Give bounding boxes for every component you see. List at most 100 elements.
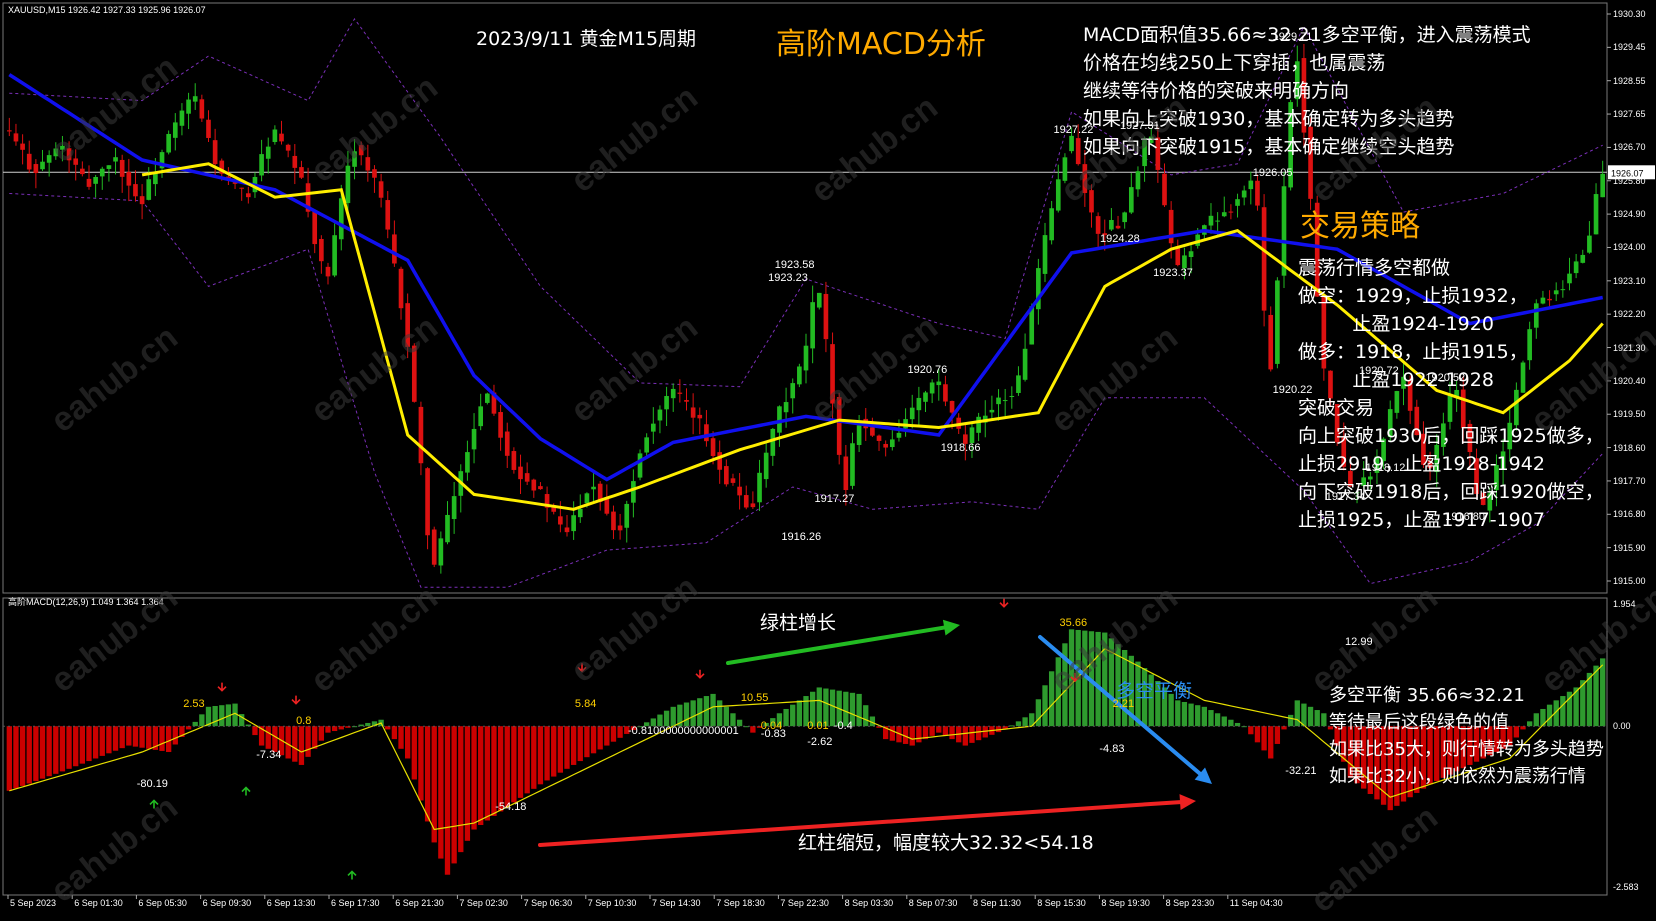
candle-body — [909, 407, 915, 420]
candle-body — [1168, 209, 1174, 244]
histogram-bar — [1261, 726, 1267, 751]
candle-body — [13, 133, 19, 142]
macd-value-label: -32.21 — [1285, 765, 1317, 778]
time-tick-label: 7 Sep 10:30 — [587, 898, 637, 908]
candle-body — [1042, 235, 1048, 274]
candle-body — [485, 393, 490, 403]
candle-body — [206, 119, 211, 138]
indicator-tick-label: 0.00 — [1613, 721, 1631, 732]
histogram-bar — [219, 705, 225, 727]
histogram-bar — [1254, 726, 1261, 743]
candle-body — [86, 178, 92, 187]
histogram-bar — [331, 726, 338, 732]
macd-value-label: -0.4 — [833, 720, 853, 733]
candle-body — [332, 235, 337, 276]
price-point-label: 1916.80 — [1445, 510, 1486, 523]
candle-body — [146, 179, 152, 200]
histogram-bar — [46, 726, 52, 777]
time-tick-label: 7 Sep 06:30 — [523, 898, 573, 908]
candle-body — [929, 382, 935, 394]
histogram-bar — [710, 693, 716, 727]
histogram-bar — [159, 726, 165, 751]
price-tick-label: 1926.70 — [1613, 142, 1646, 153]
candle-body — [212, 140, 218, 165]
down-marker — [999, 598, 1009, 608]
down-marker — [291, 695, 301, 705]
price-point-label: 1927.31 — [1119, 120, 1160, 133]
price-point-label: 1920.52 — [1425, 372, 1466, 385]
candle-body — [684, 400, 689, 402]
candle-body — [657, 409, 663, 421]
candle-body — [1261, 207, 1267, 311]
histogram-bar — [949, 726, 955, 740]
candle-body — [119, 159, 125, 177]
candle-body — [558, 516, 563, 525]
candle-body — [1115, 225, 1121, 229]
candle-body — [1002, 400, 1008, 402]
histogram-bar — [166, 726, 172, 753]
candle-body — [916, 397, 922, 411]
histogram-bar — [1201, 706, 1207, 727]
candle-body — [518, 466, 523, 480]
strategy-line: 止盈1924-1920 — [1298, 313, 1494, 335]
candle-body — [325, 266, 331, 277]
price-tick-label: 1921.30 — [1613, 342, 1646, 353]
histogram-bar — [484, 726, 490, 821]
time-tick-label: 6 Sep 05:30 — [138, 898, 187, 908]
histogram-bar — [418, 726, 424, 801]
price-point-label: 1920.76 — [907, 363, 948, 376]
histogram-bar — [683, 702, 690, 727]
histogram-bar — [106, 726, 112, 754]
price-point-label: 1917.34 — [1325, 490, 1366, 503]
time-tick-label: 8 Sep 03:30 — [844, 898, 894, 908]
candle-body — [172, 122, 178, 138]
indicator-tick-label: -2.583 — [1613, 882, 1639, 892]
macd-value-label: 2.21 — [1112, 697, 1135, 710]
candle-body — [624, 503, 630, 528]
histogram-bar — [1274, 726, 1281, 744]
candle-body — [93, 176, 98, 184]
histogram-bar — [39, 726, 46, 779]
candle-body — [949, 400, 955, 413]
histogram-bar — [398, 726, 404, 749]
candle-body — [697, 414, 703, 419]
candle-body — [1022, 348, 1028, 380]
price-tick-label: 1930.30 — [1613, 9, 1646, 19]
candle-body — [1188, 251, 1194, 258]
strategy-line: 震荡行情多空都做 — [1298, 257, 1451, 279]
red-shrink-label: 红柱缩短，幅度较大32.32<54.18 — [798, 832, 1094, 854]
candle-body — [1221, 212, 1227, 217]
time-tick-label: 7 Sep 22:30 — [780, 898, 829, 908]
histogram-bar — [962, 726, 968, 746]
macd-value-label: -0.83 — [760, 727, 786, 740]
candle-body — [531, 479, 537, 491]
price-tick-label: 1919.50 — [1613, 409, 1646, 420]
candle-body — [797, 366, 802, 385]
price-point-label: 1917.27 — [814, 493, 855, 506]
histogram-bar — [132, 726, 139, 747]
candle-body — [99, 168, 105, 177]
histogram-bar — [604, 726, 610, 746]
histogram-bar — [504, 726, 510, 807]
histogram-bar — [1175, 700, 1181, 727]
candle-body — [186, 99, 191, 114]
histogram-bar — [551, 726, 557, 777]
price-tick-label: 1920.40 — [1613, 375, 1646, 386]
histogram-bar — [272, 726, 278, 753]
candle-body — [856, 425, 862, 445]
candle-body — [584, 493, 590, 504]
candle-body — [6, 130, 12, 132]
histogram-bar — [119, 726, 125, 749]
histogram-bar — [26, 726, 32, 784]
histogram-bar — [1208, 710, 1214, 727]
time-tick-label: 6 Sep 13:30 — [266, 898, 316, 908]
candle-body — [650, 423, 656, 432]
histogram-bar — [1307, 706, 1314, 727]
price-tick-label: 1915.00 — [1613, 576, 1646, 586]
price-point-label: 1929.71 — [1272, 31, 1313, 44]
candle-body — [1587, 235, 1592, 253]
candle-body — [285, 144, 291, 151]
histogram-bar — [511, 726, 517, 803]
histogram-bar — [617, 726, 623, 738]
histogram-bar — [856, 693, 862, 727]
